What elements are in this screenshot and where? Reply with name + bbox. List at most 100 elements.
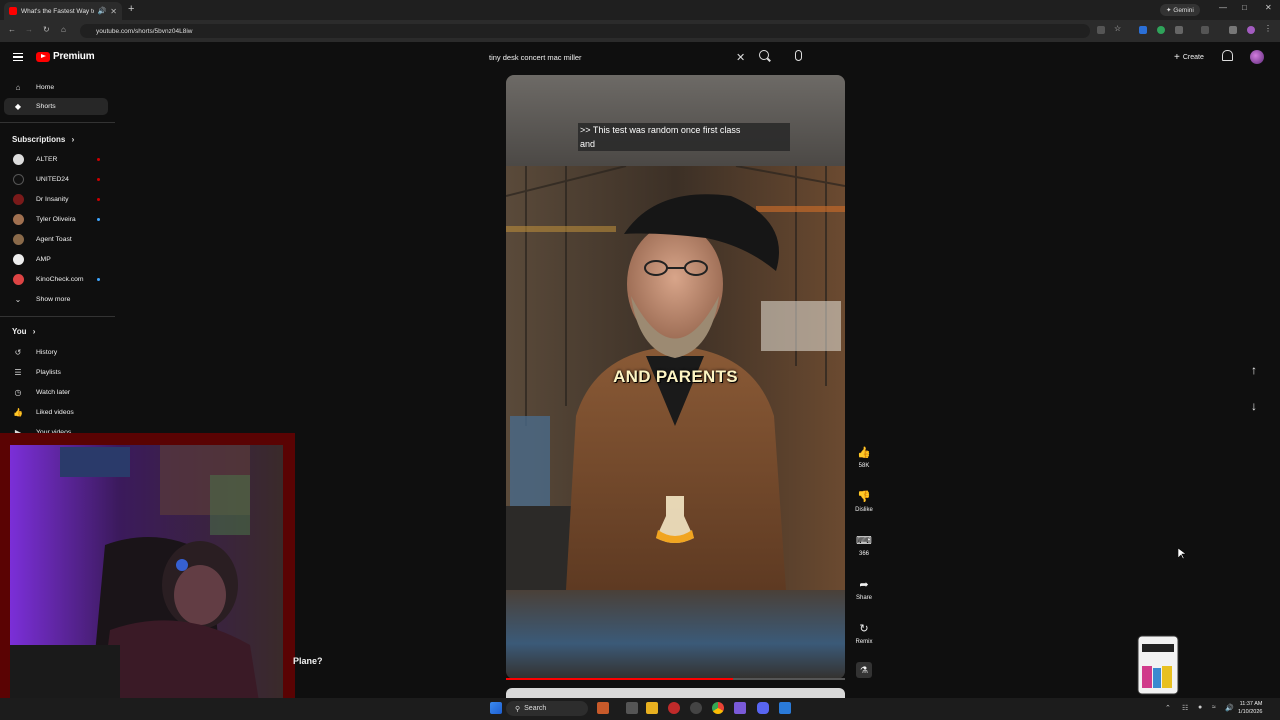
thumbs-down-icon: 👎 (857, 490, 871, 503)
like-button[interactable]: 👍 58K (852, 442, 876, 470)
mic-tray-icon[interactable]: ● (1198, 704, 1202, 711)
sidebar-item-label: Shorts (36, 103, 56, 110)
gemini-label: Gemini (1173, 7, 1194, 14)
video-progress-bar[interactable] (506, 678, 845, 680)
comment-icon: ⌨ (856, 534, 872, 547)
sidebar-item-subscription[interactable]: Tyler Oliveira (4, 211, 108, 228)
playlists-icon: ☰ (14, 368, 22, 377)
speaker-icon[interactable]: 🔊 (98, 7, 107, 15)
channel-name: Dr Insanity (36, 196, 69, 203)
clear-search-icon[interactable]: ✕ (736, 51, 745, 64)
task-view-icon[interactable] (626, 702, 638, 714)
tray-overflow-icon[interactable]: ⌃ (1165, 704, 1171, 712)
chrome-icon[interactable] (712, 702, 724, 714)
cast-icon[interactable] (1097, 26, 1105, 34)
sidebar-item-subscription[interactable]: Dr Insanity (4, 191, 108, 208)
bookmark-star-icon[interactable]: ☆ (1114, 24, 1122, 33)
download-icon[interactable] (1229, 26, 1237, 34)
sidebar-item-subscription[interactable]: UNITED24 (4, 171, 108, 188)
notifications-bell-icon[interactable] (1222, 50, 1233, 61)
minimize-icon[interactable]: — (1219, 3, 1227, 12)
sidebar-item-subscription[interactable]: KinoCheck.com (4, 271, 108, 288)
browser-menu-icon[interactable]: ⋮ (1264, 24, 1272, 33)
dislike-button[interactable]: 👎 Dislike (852, 486, 876, 514)
sidebar-divider (0, 316, 115, 317)
app-purple-icon[interactable] (734, 702, 746, 714)
app-red-icon[interactable] (668, 702, 680, 714)
back-icon[interactable]: ← (8, 25, 16, 34)
app-blue-icon[interactable] (779, 702, 791, 714)
chevron-down-icon: ⌄ (14, 295, 22, 304)
home-browser-icon[interactable]: ⌂ (61, 25, 66, 34)
account-avatar[interactable] (1250, 50, 1264, 64)
sidebar-item-home[interactable]: ⌂ Home (4, 79, 108, 96)
sticker-image (1137, 635, 1179, 695)
live-indicator-icon (97, 178, 100, 181)
share-icon: ➦ (859, 578, 869, 591)
youtube-premium-logo[interactable]: Premium (36, 51, 95, 62)
extension-blue-icon[interactable] (1139, 26, 1147, 34)
clock-time: 11:37 AM (1239, 701, 1263, 707)
thumbs-up-icon: 👍 (13, 408, 23, 417)
sidebar-item-subscription[interactable]: ALTER (4, 151, 108, 168)
extensions-puzzle-icon[interactable] (1175, 26, 1183, 34)
taskbar-clock[interactable]: 11:37 AM 1/10/2026 (1238, 700, 1262, 716)
shorts-player[interactable]: >> This test was random once first class… (506, 75, 845, 679)
profile-icon[interactable] (1247, 26, 1255, 34)
sidebar-item-liked-videos[interactable]: 👍 Liked videos (4, 404, 108, 421)
previous-short-arrow-icon[interactable]: ↑ (1243, 359, 1265, 381)
webcam-overlay (0, 433, 295, 720)
close-window-icon[interactable]: ✕ (1265, 3, 1272, 12)
new-content-indicator-icon (97, 278, 100, 281)
search-icon[interactable] (759, 50, 769, 60)
subscriptions-heading[interactable]: Subscriptions › (12, 135, 74, 144)
chevron-right-icon: › (32, 327, 36, 336)
sidebar-item-label: Home (36, 84, 55, 91)
sidebar-item-subscription[interactable]: Agent Toast (4, 231, 108, 248)
network-icon[interactable]: ☷ (1182, 704, 1188, 712)
new-content-indicator-icon (97, 218, 100, 221)
overlay-caption: AND PARENTS (613, 367, 738, 386)
forward-icon[interactable]: → (25, 25, 33, 34)
share-button[interactable]: ➦ Share (852, 574, 876, 602)
close-tab-icon[interactable]: ✕ (110, 7, 117, 16)
gemini-button[interactable]: ✦ Gemini (1160, 4, 1200, 16)
wifi-icon[interactable]: ≈ (1212, 704, 1216, 711)
sidebar-item-watch-later[interactable]: ◷ Watch later (4, 384, 108, 401)
dislike-label: Dislike (855, 507, 873, 513)
extension-green-icon[interactable] (1157, 26, 1165, 34)
create-button[interactable]: + Create (1169, 50, 1209, 64)
microphone-icon[interactable] (795, 50, 802, 61)
windows-start-icon[interactable] (490, 702, 502, 714)
sidebar-item-label: Watch later (36, 389, 71, 396)
channel-name: Tyler Oliveira (36, 216, 76, 223)
file-explorer-icon[interactable] (646, 702, 658, 714)
you-heading[interactable]: You › (12, 327, 35, 336)
sidebar-item-playlists[interactable]: ☰ Playlists (4, 364, 108, 381)
volume-icon[interactable]: 🔊 (1225, 704, 1234, 712)
widget-icon[interactable] (597, 702, 609, 714)
sidebar-item-show-more[interactable]: ⌄ Show more (4, 291, 108, 308)
search-icon: ⚲ (515, 705, 521, 713)
sidepanel-icon[interactable] (1201, 26, 1209, 34)
sidebar-item-subscription[interactable]: AMP (4, 251, 108, 268)
hamburger-menu-icon[interactable] (13, 53, 23, 61)
next-short-arrow-icon[interactable]: ↓ (1243, 395, 1265, 417)
sidebar-item-history[interactable]: ↺ History (4, 344, 108, 361)
taskbar-search[interactable]: ⚲ Search (506, 701, 588, 716)
channel-name: KinoCheck.com (36, 276, 84, 283)
new-tab-button[interactable]: + (128, 3, 134, 15)
tab-title: What's the Fastest Way to B (21, 7, 94, 15)
discord-icon[interactable] (757, 702, 769, 714)
audio-source-thumbnail[interactable]: ⚗ (856, 662, 872, 678)
reload-icon[interactable]: ↻ (43, 25, 50, 34)
sidebar-item-shorts[interactable]: ◆ Shorts (4, 98, 108, 115)
remix-button[interactable]: ↻ Remix (852, 618, 876, 646)
url-field[interactable]: youtube.com/shorts/5bvnz04L8iw (80, 24, 1090, 38)
app-dark-icon[interactable] (690, 702, 702, 714)
next-short-preview[interactable] (506, 688, 845, 698)
clock-icon: ◷ (14, 388, 22, 397)
maximize-icon[interactable]: □ (1242, 3, 1247, 12)
browser-tab[interactable]: What's the Fastest Way to B 🔊 ✕ (4, 2, 122, 20)
comments-button[interactable]: ⌨ 366 (852, 530, 876, 558)
